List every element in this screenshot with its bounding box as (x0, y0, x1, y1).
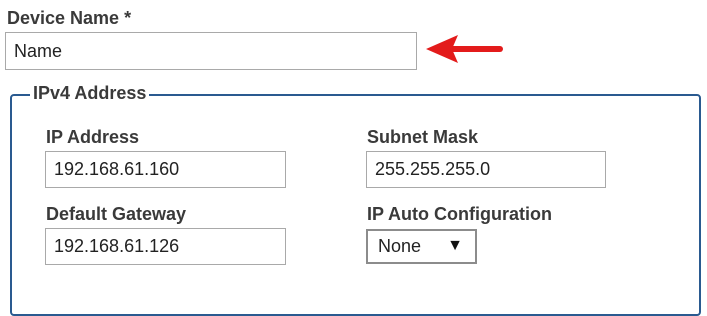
default-gateway-label: Default Gateway (46, 204, 187, 224)
subnet-mask-input[interactable] (366, 151, 606, 188)
dropdown-arrow-icon: ▼ (447, 237, 463, 254)
device-name-label: Device Name * (7, 8, 132, 28)
ip-auto-configuration-select[interactable]: None ▼ (366, 229, 477, 264)
ip-address-label: IP Address (46, 127, 140, 147)
device-name-input[interactable] (5, 32, 417, 70)
default-gateway-input[interactable] (45, 228, 286, 265)
ip-auto-configuration-label: IP Auto Configuration (367, 204, 552, 224)
ip-auto-configuration-selected-value: None (378, 236, 422, 256)
red-arrow-left-icon (426, 35, 503, 63)
subnet-mask-label: Subnet Mask (367, 127, 479, 147)
ip-address-input[interactable] (45, 151, 286, 188)
ipv4-address-legend: IPv4 Address (30, 83, 150, 104)
